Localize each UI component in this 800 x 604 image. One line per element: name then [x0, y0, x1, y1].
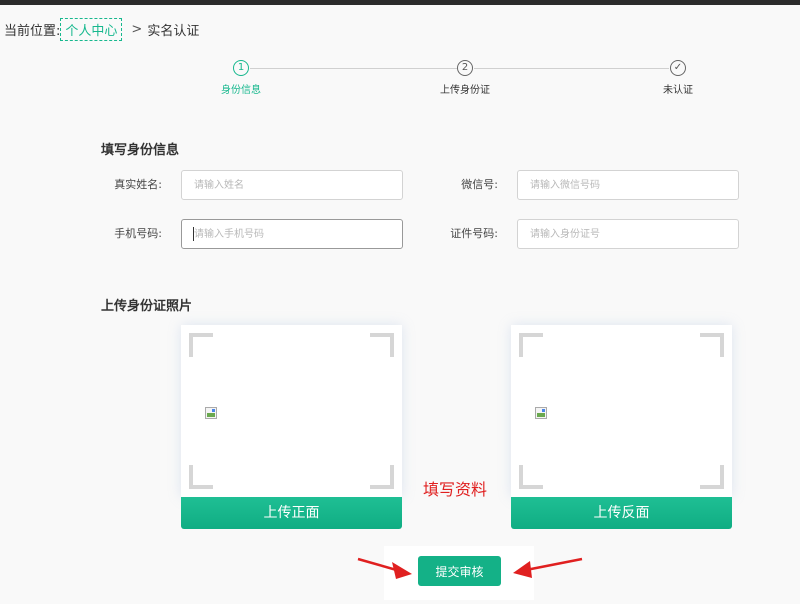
- annotation-arrows: [357, 557, 583, 579]
- arrow-left-icon: [513, 557, 583, 578]
- arrow-right-icon: [357, 557, 412, 579]
